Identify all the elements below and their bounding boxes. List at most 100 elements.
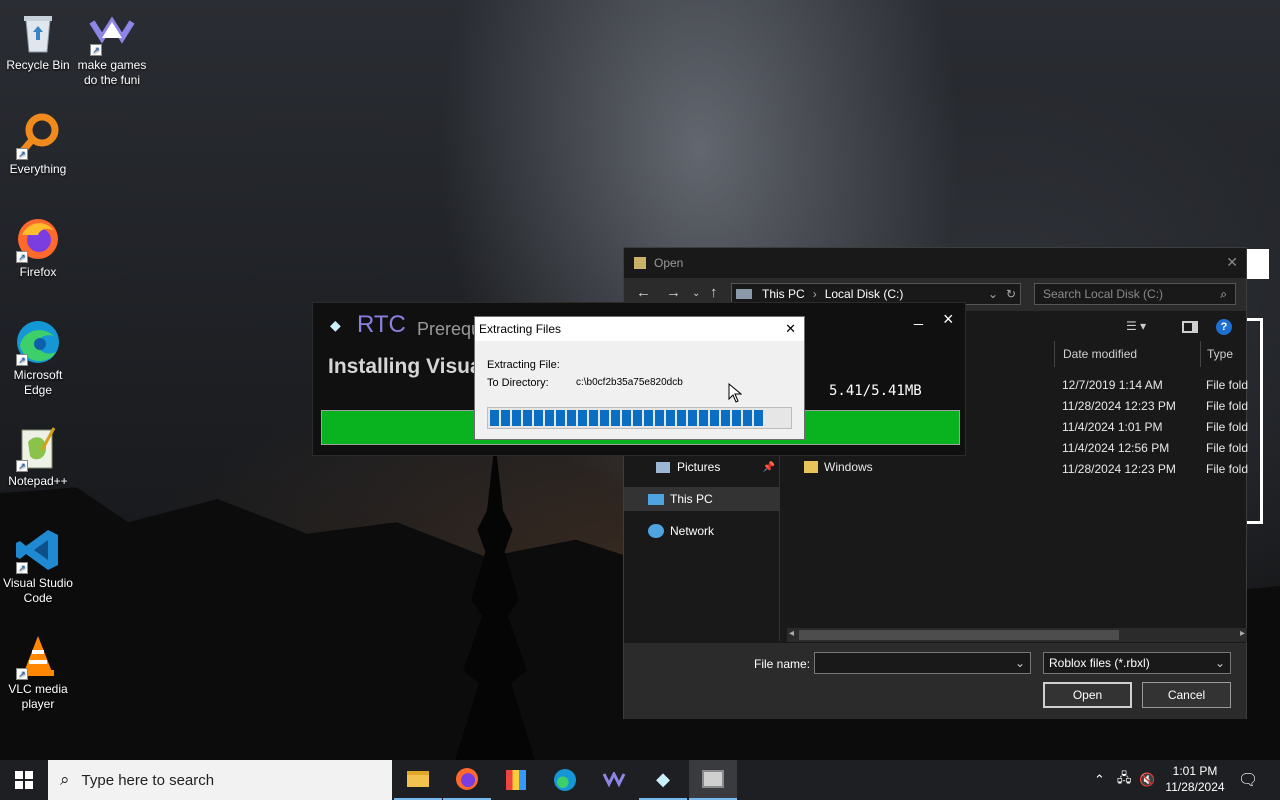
breadcrumb-chevron-icon: ›: [812, 287, 817, 301]
desktop-icon-label: Notepad++: [8, 474, 68, 488]
desktop-icon-label: Everything: [9, 162, 67, 176]
desktop-icon-notepadpp[interactable]: ↗ Notepad++: [0, 424, 76, 489]
volume-muted-icon[interactable]: 🔇: [1139, 772, 1155, 788]
file-row[interactable]: 11/28/2024 12:23 PM File fold: [1062, 399, 1248, 413]
progress-segment: [611, 410, 620, 426]
file-row[interactable]: 11/4/2024 1:01 PM File fold: [1062, 420, 1248, 434]
taskbar-file-explorer[interactable]: [394, 760, 442, 800]
nav-item-pictures[interactable]: Pictures 📌: [624, 455, 779, 479]
row-date: 11/4/2024 1:01 PM: [1062, 420, 1163, 434]
help-icon[interactable]: ?: [1216, 319, 1232, 335]
open-button[interactable]: Open: [1043, 682, 1132, 708]
rtc-brand: RTC: [357, 311, 406, 338]
nav-item-network[interactable]: Network: [624, 519, 779, 543]
nav-label: This PC: [670, 492, 713, 506]
address-dropdown-icon[interactable]: ⌄: [988, 287, 998, 301]
taskbar-clock[interactable]: 1:01 PM 11/28/2024: [1158, 763, 1232, 795]
row-type: File fold: [1206, 462, 1249, 476]
row-type: File fold: [1206, 441, 1249, 455]
desktop-icon-edge[interactable]: ↗ Microsoft Edge: [0, 318, 76, 398]
search-box[interactable]: Search Local Disk (C:) ⌕: [1034, 283, 1236, 305]
desktop-icon-everything[interactable]: ↗ Everything: [0, 112, 76, 177]
file-row[interactable]: 11/28/2024 12:23 PM File fold: [1062, 462, 1248, 476]
progress-segment: [600, 410, 609, 426]
file-row[interactable]: 12/7/2019 1:14 AM File fold: [1062, 378, 1248, 392]
progress-segment: [666, 410, 675, 426]
background-window-edge: [1247, 249, 1269, 279]
taskbar-game-engine[interactable]: [590, 760, 638, 800]
file-type-select[interactable]: Roblox files (*.rbxl) ⌄: [1043, 652, 1231, 674]
vlc-icon: ↗: [14, 632, 62, 680]
file-name-label: File name:: [754, 657, 811, 671]
forward-arrow-icon[interactable]: →: [666, 284, 681, 301]
close-button[interactable]: ×: [943, 309, 954, 330]
pin-icon[interactable]: 📌: [763, 462, 775, 473]
shortcut-arrow-icon: ↗: [16, 460, 28, 472]
desktop-icon-make-games[interactable]: ↗ make games do the funi: [74, 8, 150, 88]
breadcrumb-local-disk[interactable]: Local Disk (C:): [825, 287, 904, 301]
scroll-left-icon[interactable]: ◂: [789, 628, 794, 639]
column-date-modified[interactable]: Date modified: [1054, 341, 1200, 367]
taskbar-firefox[interactable]: [443, 760, 491, 800]
extract-progress-bar: [487, 407, 792, 429]
desktop-icon-recycle-bin[interactable]: Recycle Bin: [0, 8, 76, 73]
dialog-close-button[interactable]: ✕: [1226, 254, 1238, 271]
up-arrow-icon[interactable]: ↑: [710, 284, 718, 301]
file-row[interactable]: 11/4/2024 12:56 PM File fold: [1062, 441, 1248, 455]
scroll-thumb[interactable]: [799, 630, 1119, 640]
progress-segment: [710, 410, 719, 426]
view-options-icon[interactable]: ☰ ▾: [1126, 319, 1146, 333]
recent-locations-chevron-icon[interactable]: ⌄: [692, 288, 700, 299]
chevron-down-icon[interactable]: ⌄: [1015, 656, 1025, 670]
progress-segment: [754, 410, 763, 426]
desktop-icon-vlc[interactable]: ↗ VLC media player: [0, 632, 76, 712]
network-icon[interactable]: 🖧: [1117, 769, 1132, 791]
notifications-button[interactable]: 🗨: [1238, 760, 1258, 800]
drive-icon: [736, 289, 752, 299]
taskbar-rtc[interactable]: ◆: [639, 760, 687, 800]
desktop-icon-firefox[interactable]: ↗ Firefox: [0, 215, 76, 280]
nav-item-this-pc[interactable]: This PC: [624, 487, 779, 511]
taskbar-app-colorful[interactable]: [492, 760, 540, 800]
file-row-windows[interactable]: Windows: [804, 460, 873, 474]
show-hidden-icons-chevron-icon[interactable]: ⌃: [1094, 772, 1105, 788]
dialog-footer: File name: ⌄ Roblox files (*.rbxl) ⌄ Ope…: [624, 643, 1246, 719]
file-name-input[interactable]: ⌄: [814, 652, 1031, 674]
cancel-button[interactable]: Cancel: [1142, 682, 1231, 708]
folder-icon: [804, 461, 818, 473]
desktop-icon-label: Microsoft Edge: [13, 368, 63, 397]
firefox-icon: ↗: [14, 215, 62, 263]
preview-pane-icon[interactable]: [1182, 321, 1198, 333]
clock-date: 11/28/2024: [1165, 780, 1225, 794]
refresh-icon[interactable]: ↻: [1006, 287, 1016, 301]
taskbar-edge[interactable]: [541, 760, 589, 800]
minimize-button[interactable]: _: [914, 309, 923, 327]
extract-close-button[interactable]: ✕: [785, 321, 796, 337]
breadcrumb-this-pc[interactable]: This PC: [762, 287, 805, 301]
progress-segment: [655, 410, 664, 426]
shortcut-arrow-icon: ↗: [16, 354, 28, 366]
taskbar-search-box[interactable]: ⌕ Type here to search: [48, 760, 392, 800]
column-type[interactable]: Type: [1200, 341, 1248, 367]
progress-segment: [512, 410, 521, 426]
progress-segment: [633, 410, 642, 426]
background-window-edge: [1247, 318, 1263, 524]
taskbar-installer[interactable]: [689, 760, 737, 800]
rtc-subtitle: Prerequ: [417, 319, 482, 339]
back-arrow-icon[interactable]: ←: [636, 284, 651, 301]
network-icon: [648, 524, 664, 538]
search-icon: ⌕: [60, 770, 70, 789]
progress-segment: [490, 410, 499, 426]
shortcut-arrow-icon: ↗: [90, 44, 102, 56]
chevron-down-icon[interactable]: ⌄: [1215, 656, 1225, 670]
start-button[interactable]: [0, 760, 48, 800]
recycle-bin-icon: [14, 8, 62, 56]
desktop-icon-vscode[interactable]: ↗ Visual Studio Code: [0, 526, 76, 606]
app-icon: [634, 257, 646, 269]
progress-segment: [677, 410, 686, 426]
to-directory-label: To Directory:: [487, 377, 549, 389]
shortcut-arrow-icon: ↗: [16, 251, 28, 263]
horizontal-scrollbar[interactable]: ◂ ▸: [787, 628, 1247, 642]
scroll-right-icon[interactable]: ▸: [1240, 628, 1245, 639]
game-engine-icon: [602, 772, 626, 788]
